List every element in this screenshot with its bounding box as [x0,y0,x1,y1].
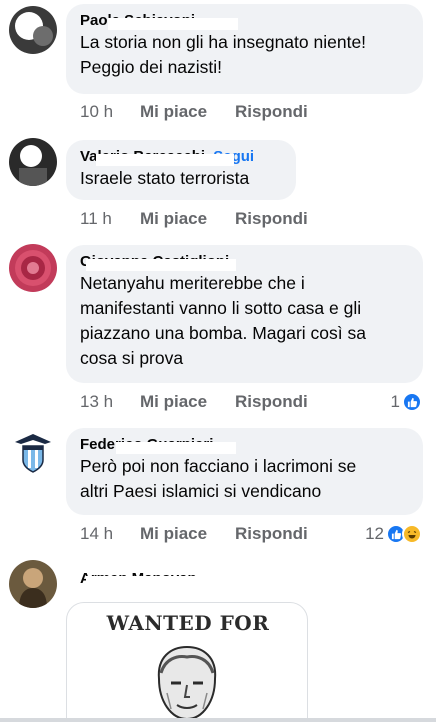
avatar[interactable] [9,428,57,476]
avatar[interactable] [9,244,57,292]
avatar-image [9,244,57,292]
avatar[interactable] [9,6,57,54]
avatar-image [9,138,57,186]
reply-button[interactable]: Rispondi [235,523,308,545]
reply-button[interactable]: Rispondi [235,391,308,413]
comment-actions: 11 h Mi piace Rispondi [80,208,420,230]
divider [0,718,436,722]
reaction-count: 1 [390,392,400,411]
eagle-shield-icon [9,428,57,476]
comment-time[interactable]: 13 h [80,391,113,413]
laughing-face-icon [402,524,422,544]
comment-actions: 13 h Mi piace Rispondi [80,391,420,413]
like-button[interactable]: Mi piace [140,101,207,123]
comment-bubble: Federico Guarnieri Però poi non facciano… [66,428,423,515]
avatar[interactable] [9,560,57,608]
reaction-count: 12 [365,524,384,543]
attachment-title: WANTED FOR [106,611,270,635]
comment-author[interactable]: Valerio Barcacchi Segui [80,148,282,166]
comment-text: Israele stato terrorista [80,168,250,188]
comment-author[interactable]: Giovanna Castiglioni [80,253,409,271]
portrait-sketch-icon [157,645,217,721]
avatar-image [9,560,57,608]
comment-author[interactable]: Federico Guarnieri [80,436,409,454]
comment-time[interactable]: 10 h [80,101,113,123]
like-button[interactable]: Mi piace [140,391,207,413]
comment-author[interactable]: Paola Schiavoni [80,12,409,30]
comment-actions: 10 h Mi piace Rispondi [80,101,420,123]
avatar[interactable] [9,138,57,186]
like-button[interactable]: Mi piace [140,523,207,545]
reply-button[interactable]: Rispondi [235,208,308,230]
avatar-image [9,6,57,54]
comment-time[interactable]: 14 h [80,523,113,545]
comment-bubble: Paola Schiavoni La storia non gli ha ins… [66,4,423,94]
image-attachment[interactable]: WANTED FOR [66,602,308,722]
reaction-summary[interactable]: 12 [365,523,422,545]
reaction-summary[interactable]: 1 [391,391,422,413]
thumbs-up-icon [402,392,422,412]
comment-author[interactable]: Armen Manoyan [80,570,220,588]
like-button[interactable]: Mi piace [140,208,207,230]
comment-time[interactable]: 11 h [80,208,112,230]
comment-bubble: Valerio Barcacchi Segui Israele stato te… [66,140,296,200]
comment-text: Netanyahu meriterebbe che i manifestanti… [80,273,366,368]
comment-bubble: Giovanna Castiglioni Netanyahu meritereb… [66,245,423,383]
comment-text: Però poi non facciano i lacrimoni se alt… [80,456,357,501]
comment-text: La storia non gli ha insegnato niente! P… [80,32,367,77]
reply-button[interactable]: Rispondi [235,101,308,123]
